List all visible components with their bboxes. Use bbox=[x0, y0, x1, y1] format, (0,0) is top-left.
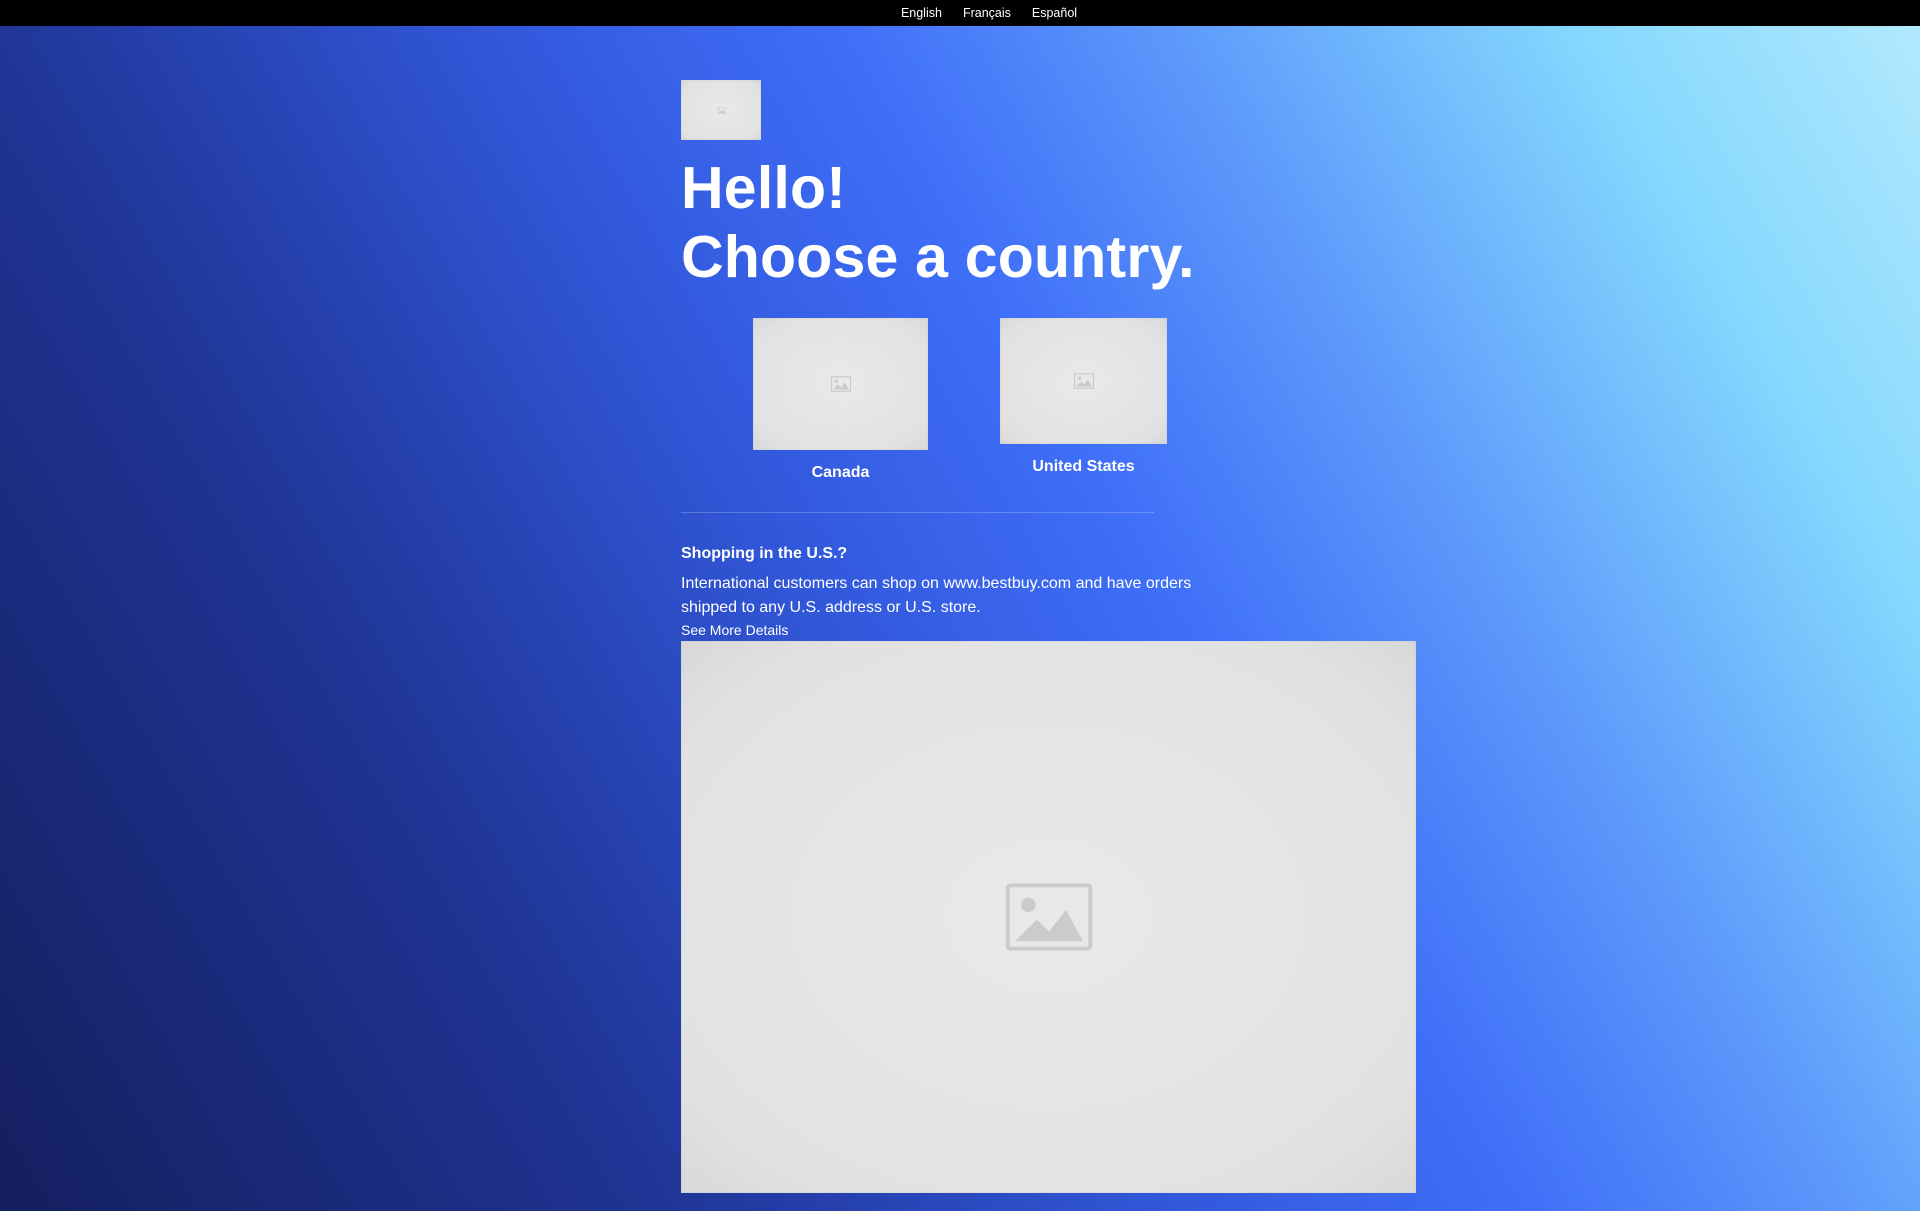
page-headline: Hello! Choose a country. bbox=[681, 154, 1195, 292]
language-link-francais[interactable]: Français bbox=[963, 6, 1011, 20]
image-placeholder-icon bbox=[1073, 373, 1094, 389]
language-link-english[interactable]: English bbox=[901, 6, 942, 20]
country-option-canada[interactable]: Canada bbox=[753, 318, 928, 482]
country-label-canada: Canada bbox=[811, 464, 870, 481]
image-placeholder-icon bbox=[1005, 883, 1092, 951]
image-placeholder-icon bbox=[830, 376, 851, 392]
headline-instruction: Choose a country. bbox=[681, 224, 1195, 290]
shopping-heading: Shopping in the U.S.? bbox=[681, 545, 848, 562]
language-link-espanol[interactable]: Español bbox=[1032, 6, 1077, 20]
language-links: English Français Español bbox=[901, 6, 1077, 20]
headline-greeting: Hello! bbox=[681, 155, 847, 221]
shopping-description: International customers can shop on www.… bbox=[681, 575, 1192, 616]
image-placeholder-icon bbox=[716, 106, 726, 114]
canada-flag-image bbox=[753, 318, 928, 450]
country-label-united-states: United States bbox=[1032, 458, 1135, 475]
country-option-united-states[interactable]: United States bbox=[1000, 318, 1167, 476]
section-divider bbox=[681, 512, 1154, 513]
see-more-details-link[interactable]: See More Details bbox=[681, 622, 788, 638]
language-bar: English Français Español bbox=[0, 0, 1920, 26]
site-logo bbox=[681, 80, 761, 140]
us-flag-image bbox=[1000, 318, 1167, 444]
promo-banner-image bbox=[681, 641, 1416, 1193]
